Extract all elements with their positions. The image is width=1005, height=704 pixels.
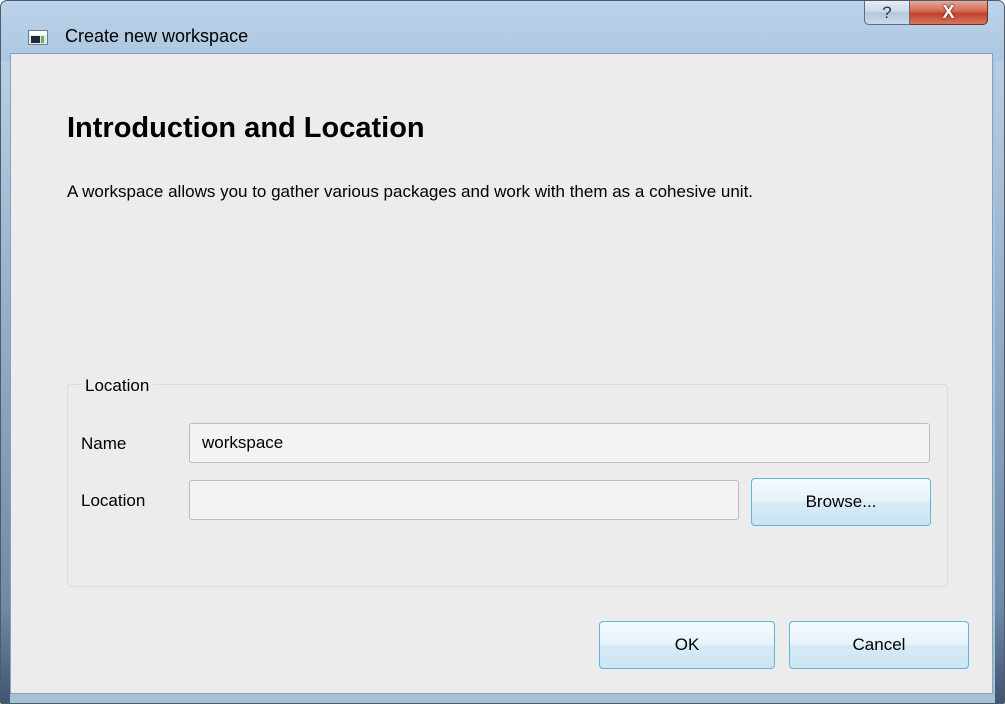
window-title: Create new workspace bbox=[65, 26, 249, 46]
help-button[interactable]: ? bbox=[864, 1, 910, 25]
window-frame-left bbox=[1, 61, 10, 703]
cancel-button[interactable]: Cancel bbox=[789, 621, 969, 669]
close-button[interactable]: X bbox=[910, 1, 988, 25]
close-icon: X bbox=[942, 2, 955, 22]
browse-button[interactable]: Browse... bbox=[751, 478, 931, 526]
ok-button[interactable]: OK bbox=[599, 621, 775, 669]
dialog-content: Introduction and Location A workspace al… bbox=[10, 53, 993, 694]
dialog-window: Create new workspace ? X Introduction an… bbox=[0, 0, 1005, 704]
app-window-icon bbox=[28, 30, 48, 45]
page-heading: Introduction and Location bbox=[67, 112, 425, 144]
caption-buttons: ? X bbox=[864, 1, 988, 27]
help-icon: ? bbox=[882, 2, 892, 22]
location-label: Location bbox=[81, 491, 146, 510]
location-group-title: Location bbox=[81, 376, 154, 396]
location-input[interactable] bbox=[189, 480, 739, 520]
window-frame-right bbox=[995, 61, 1004, 703]
title-bar[interactable]: Create new workspace ? X bbox=[1, 1, 1004, 46]
name-input[interactable] bbox=[189, 423, 930, 463]
page-description: A workspace allows you to gather various… bbox=[67, 182, 754, 201]
name-label: Name bbox=[81, 434, 127, 453]
